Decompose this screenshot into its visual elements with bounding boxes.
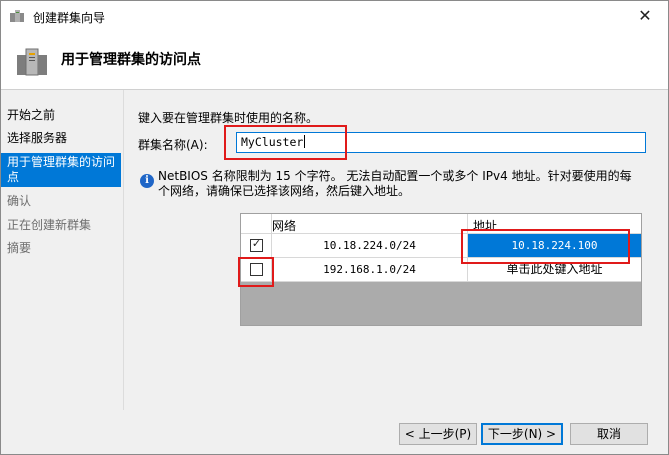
cluster-servers-icon: [17, 48, 47, 76]
network-checkbox-checked[interactable]: ✓: [250, 237, 263, 252]
row-check-cell: ✓: [241, 234, 272, 257]
wizard-steps-nav: 开始之前 选择服务器 用于管理群集的访问点 确认 正在创建新群集 摘要: [1, 90, 123, 454]
nav-step-access-point[interactable]: 用于管理群集的访问点: [1, 153, 121, 187]
wizard-footer: < 上一步(P) 下一步(N) > 取消: [1, 410, 668, 454]
instruction-text: 键入要在管理群集时使用的名称。: [138, 111, 319, 125]
close-icon[interactable]: ✕: [622, 1, 668, 31]
back-button[interactable]: < 上一步(P): [399, 423, 477, 445]
nav-step-summary: 摘要: [7, 241, 32, 255]
network-cell: 192.168.1.0/24: [272, 258, 468, 281]
window-title: 创建群集向导: [33, 11, 106, 25]
highlight-unchecked-network: [238, 257, 274, 287]
checkmark-icon: ✓: [251, 237, 262, 250]
cluster-app-icon: [10, 10, 24, 22]
grid-header-check-column: [241, 214, 272, 233]
title-bar: 创建群集向导 ✕: [1, 1, 668, 31]
info-message: NetBIOS 名称限制为 15 个字符。 无法自动配置一个或多个 IPv4 地…: [158, 169, 632, 198]
nav-step-creating-cluster: 正在创建新群集: [7, 218, 92, 232]
info-icon: i: [140, 174, 154, 188]
next-button[interactable]: 下一步(N) >: [481, 423, 563, 445]
wizard-window: 创建群集向导 ✕ 用于管理群集的访问点 开始之前 选择服务器 用于管理群集的访问…: [0, 0, 669, 455]
highlight-ip-address: [461, 229, 630, 264]
cancel-button[interactable]: 取消: [570, 423, 648, 445]
wizard-header: 用于管理群集的访问点: [1, 31, 668, 90]
nav-step-confirmation: 确认: [7, 194, 32, 208]
nav-step-before-you-begin[interactable]: 开始之前: [7, 108, 119, 123]
cluster-name-label: 群集名称(A):: [138, 138, 208, 152]
column-header-network[interactable]: 网络: [272, 217, 296, 234]
page-title: 用于管理群集的访问点: [61, 52, 201, 68]
highlight-cluster-name: [224, 125, 347, 160]
nav-step-select-servers[interactable]: 选择服务器: [7, 131, 119, 146]
network-cell: 10.18.224.0/24: [272, 234, 468, 257]
